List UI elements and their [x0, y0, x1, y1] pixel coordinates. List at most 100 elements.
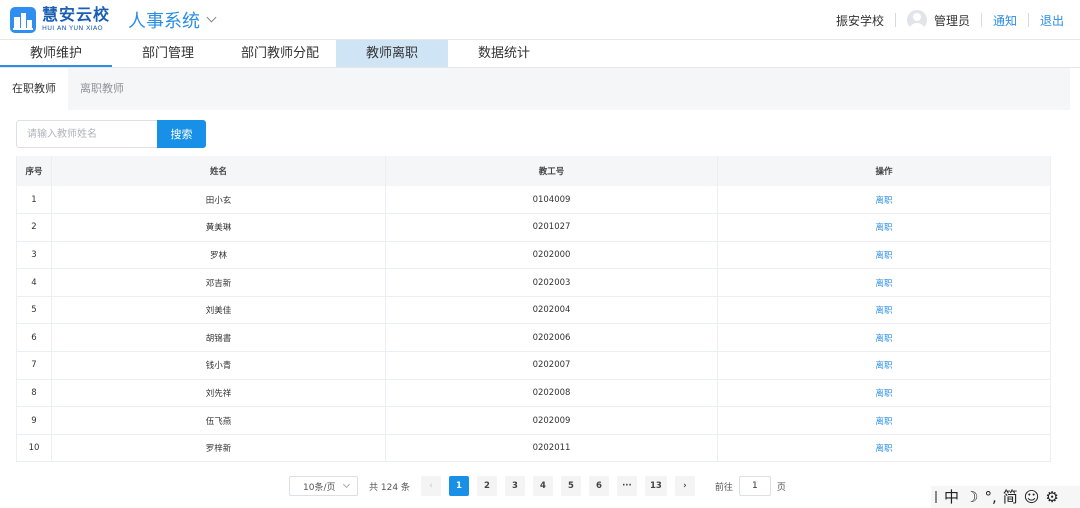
- row-index: 4: [16, 268, 52, 297]
- resign-link[interactable]: 离职: [875, 306, 892, 316]
- notice-link[interactable]: 通知: [993, 12, 1017, 29]
- drag-handle[interactable]: [935, 491, 937, 503]
- emoji-icon[interactable]: ☺: [1024, 489, 1040, 505]
- table-row: 4 邓吉新 0202003 离职: [16, 268, 1051, 297]
- more-pages-button[interactable]: ···: [616, 476, 637, 496]
- top-header: 慧安云校 HUI AN YUN XIAO 人事系统 振安学校 管理员 通知 退出: [0, 0, 1080, 40]
- row-index: 3: [16, 241, 52, 270]
- page-button[interactable]: 2: [476, 476, 497, 496]
- staff-id: 0202008: [385, 379, 718, 408]
- resign-link[interactable]: 离职: [875, 389, 892, 399]
- subtab-active-teachers[interactable]: 在职教师: [0, 68, 68, 110]
- page-jumper: 前往 页: [715, 476, 786, 496]
- row-index: 6: [16, 323, 52, 353]
- resign-link[interactable]: 离职: [875, 361, 892, 371]
- chevron-down-icon: [206, 12, 217, 23]
- staff-id: 0202009: [385, 406, 718, 435]
- user-name[interactable]: 管理员: [934, 12, 970, 29]
- ime-toolbar: 中 ☽ °, 简 ☺ ⚙: [931, 486, 1080, 508]
- row-index: 7: [16, 351, 52, 380]
- page-button[interactable]: 6: [588, 476, 609, 496]
- sub-tabs: 在职教师 离职教师: [0, 68, 1070, 110]
- app-title: 人事系统: [128, 10, 201, 32]
- resign-link[interactable]: 离职: [875, 417, 892, 427]
- column-header: 姓名: [51, 156, 386, 186]
- teacher-name: 田小玄: [51, 186, 386, 215]
- row-index: 8: [16, 379, 52, 408]
- page-size-select[interactable]: 10条/页: [289, 476, 358, 496]
- table-row: 3 罗林 0202000 离职: [16, 241, 1051, 270]
- page-button[interactable]: 3: [504, 476, 525, 496]
- staff-id: 0202007: [385, 351, 718, 380]
- goto-page-input[interactable]: [738, 476, 771, 496]
- resign-link[interactable]: 离职: [875, 251, 892, 261]
- row-index: 9: [16, 406, 52, 435]
- main-content: 搜索 序号 姓名 教工号 操作 1田小玄0104009离职 2黄美琳020102…: [0, 110, 1070, 508]
- total-count: 共 124 条: [369, 482, 410, 493]
- search-bar: 搜索: [16, 120, 206, 148]
- tab-department-management[interactable]: 部门管理: [112, 40, 224, 67]
- teacher-name: 罗梓新: [51, 434, 386, 463]
- punctuation-icon[interactable]: °,: [984, 489, 996, 505]
- resign-link[interactable]: 离职: [875, 444, 892, 454]
- avatar-icon[interactable]: [906, 10, 927, 30]
- moon-icon[interactable]: ☽: [965, 489, 978, 505]
- gear-icon[interactable]: ⚙: [1045, 489, 1058, 505]
- staff-id: 0202004: [385, 296, 718, 325]
- pagination: 10条/页 共 124 条 ‹ 1 2 3 4 5 6 ··· 13 › 前往 …: [289, 476, 786, 496]
- page-button[interactable]: 4: [532, 476, 553, 496]
- teacher-name: 黄美琳: [51, 213, 386, 242]
- tab-department-assignment[interactable]: 部门教师分配: [224, 40, 336, 67]
- subtab-resigned-teachers[interactable]: 离职教师: [68, 68, 136, 110]
- divider: [894, 13, 896, 27]
- resign-link[interactable]: 离职: [875, 196, 892, 206]
- prev-page-button[interactable]: ‹: [420, 476, 441, 496]
- resign-link[interactable]: 离职: [875, 334, 892, 344]
- tab-teacher-maintenance[interactable]: 教师维护: [0, 40, 112, 67]
- table-row: 1 田小玄 0104009 离职: [16, 186, 1051, 215]
- column-header: 教工号: [385, 156, 718, 186]
- column-header: 序号: [16, 156, 52, 186]
- goto-unit: 页: [776, 482, 786, 493]
- teacher-name: 胡锦書: [51, 323, 386, 353]
- tab-data-statistics[interactable]: 数据统计: [448, 40, 560, 67]
- staff-id: 0202000: [385, 241, 718, 270]
- teacher-name: 伍飞燕: [51, 406, 386, 435]
- ime-simplified-mode[interactable]: 简: [1003, 489, 1018, 505]
- next-page-button[interactable]: ›: [674, 476, 695, 496]
- ime-chinese-mode[interactable]: 中: [944, 489, 959, 505]
- divider: [1027, 13, 1029, 27]
- search-button[interactable]: 搜索: [157, 120, 206, 148]
- teacher-name: 钱小青: [51, 351, 386, 380]
- search-input[interactable]: [16, 120, 157, 148]
- logout-link[interactable]: 退出: [1040, 12, 1064, 29]
- teacher-name: 刘美佳: [51, 296, 386, 325]
- logo[interactable]: 慧安云校 HUI AN YUN XIAO: [10, 5, 111, 33]
- staff-id: 0202006: [385, 323, 718, 353]
- table-row: 7 钱小青 0202007 离职: [16, 351, 1051, 380]
- page-button[interactable]: 1: [448, 476, 469, 496]
- teacher-name: 罗林: [51, 241, 386, 270]
- tab-teacher-resignation[interactable]: 教师离职: [336, 40, 448, 67]
- row-index: 2: [16, 213, 52, 242]
- column-header: 操作: [717, 156, 1051, 186]
- teacher-name: 刘先祥: [51, 379, 386, 408]
- system-switcher[interactable]: 人事系统: [128, 7, 217, 33]
- page-button[interactable]: 13: [644, 476, 667, 496]
- divider: [980, 13, 982, 27]
- staff-id: 0202011: [385, 434, 718, 463]
- staff-id: 0104009: [385, 186, 718, 215]
- logo-title: 慧安云校: [42, 5, 111, 25]
- logo-icon: [10, 6, 36, 33]
- teacher-table: 序号 姓名 教工号 操作 1 田小玄 0104009 离职 2 黄美琳 0201027 离职…: [16, 156, 1051, 463]
- resign-link[interactable]: 离职: [875, 223, 892, 233]
- table-row: 6 胡锦書 0202006 离职: [16, 323, 1051, 353]
- chevron-down-icon: [342, 480, 351, 489]
- school-name: 振安学校: [835, 13, 884, 28]
- resign-link[interactable]: 离职: [875, 279, 892, 289]
- table-header-row: 序号 姓名 教工号 操作: [16, 156, 1051, 186]
- page-button[interactable]: 5: [560, 476, 581, 496]
- table-row: 10 罗梓新 0202011 离职: [16, 434, 1051, 463]
- row-index: 5: [16, 296, 52, 325]
- page-size-value: 10条/页: [303, 482, 336, 493]
